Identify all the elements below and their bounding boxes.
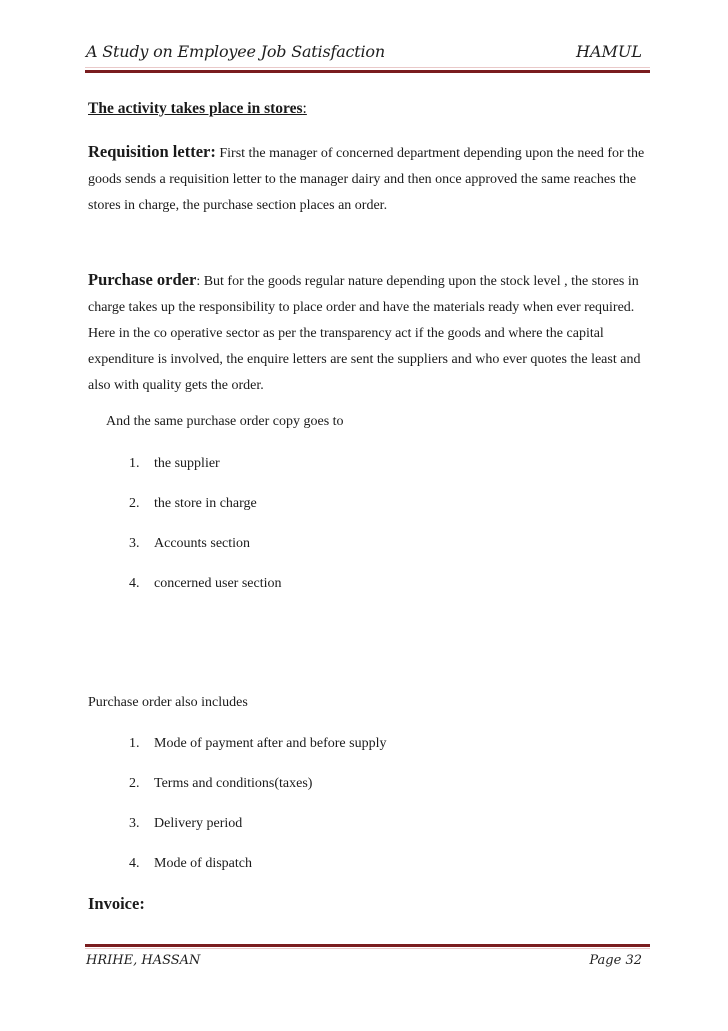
requisition-paragraph: Requisition letter: First the manager of… [88,139,658,219]
invoice-heading: Invoice: [88,894,145,913]
header-rule-thin [85,67,650,68]
list-number: 1. [129,736,140,751]
list-number: 4. [129,856,140,871]
footer-rule-thin [85,948,650,949]
section-heading-colon: : [302,100,307,117]
header-rule [85,70,650,73]
copy-intro: And the same purchase order copy goes to [106,414,344,429]
section-heading-text: The activity takes place in stores [88,100,303,117]
author-name: HRIHE, HASSAN [86,953,201,968]
purchase-order-text: : But for the goods regular nature depen… [88,274,641,393]
page-number: Page 32 [589,953,642,968]
page-body: The activity takes place in stores: Requ… [88,96,653,913]
list-number: 4. [129,576,140,591]
footer-rule [85,944,650,947]
list-text: Mode of payment after and before supply [154,736,387,751]
list-number: 1. [129,456,140,471]
requisition-lead: Requisition letter: [88,142,216,161]
section-heading: The activity takes place in stores: [88,96,653,122]
document-title: A Study on Employee Job Satisfaction [86,42,385,61]
list-text: the supplier [154,456,220,471]
list-text: concerned user section [154,576,282,591]
purchase-order-paragraph: Purchase order: But for the goods regula… [88,267,658,399]
list-number: 3. [129,816,140,831]
list-number: 3. [129,536,140,551]
list-text: Terms and conditions(taxes) [154,776,313,791]
list-number: 2. [129,776,140,791]
page-footer: HRIHE, HASSAN Page 32 [85,952,650,976]
list-number: 2. [129,496,140,511]
purchase-order-lead: Purchase order [88,270,197,289]
list-text: Delivery period [154,816,243,831]
includes-intro: Purchase order also includes [88,695,248,710]
list-text: Accounts section [154,536,251,551]
organization-name: HAMUL [576,42,642,61]
list-text: Mode of dispatch [154,856,252,871]
list-text: the store in charge [154,496,257,511]
